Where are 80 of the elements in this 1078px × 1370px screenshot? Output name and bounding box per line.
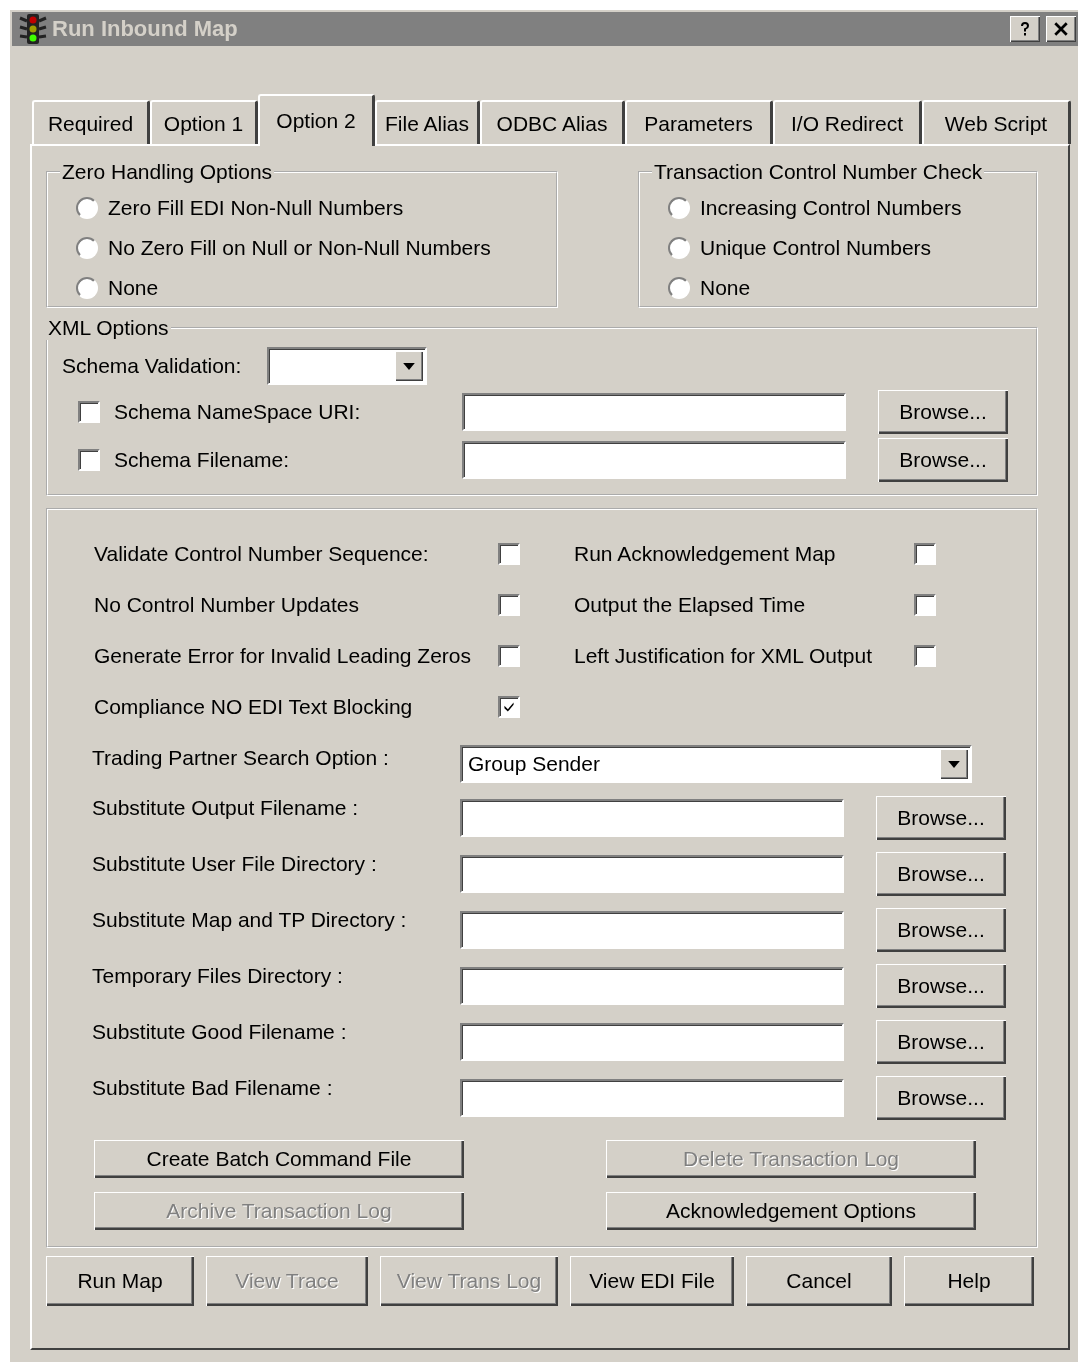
field-label: Temporary Files Directory :	[92, 963, 344, 988]
checkbox-label: Validate Control Number Sequence:	[94, 541, 430, 566]
checkbox[interactable]	[914, 542, 936, 565]
radio-label: None	[700, 276, 751, 300]
radio-label: No Zero Fill on Null or Non-Null Numbers	[108, 236, 491, 260]
text-field[interactable]	[460, 967, 844, 1005]
radio-button[interactable]	[668, 277, 690, 299]
text-field[interactable]	[460, 1079, 844, 1117]
field-label: Substitute Bad Filename :	[92, 1075, 334, 1100]
field-label: Substitute Output Filename :	[92, 795, 360, 820]
checkbox[interactable]	[914, 644, 936, 667]
text-field[interactable]	[460, 799, 844, 837]
traffic-light-icon	[18, 13, 48, 45]
footer-button[interactable]: Run Map	[46, 1256, 194, 1306]
checkbox-label: Generate Error for Invalid Leading Zeros	[94, 643, 473, 668]
checkbox-label: Run Acknowledgement Map	[574, 541, 837, 566]
question-mark-icon	[1018, 20, 1032, 38]
action-button[interactable]: Create Batch Command File	[94, 1140, 464, 1178]
group-title: Zero Handling Options	[61, 160, 274, 184]
field-label: Schema Validation:	[62, 354, 242, 378]
browse-button[interactable]: Browse...	[876, 1020, 1006, 1064]
tab[interactable]: Web Script	[922, 100, 1071, 144]
radio-button[interactable]	[668, 197, 690, 219]
browse-button[interactable]: Browse...	[876, 908, 1006, 952]
tab[interactable]: File Alias	[375, 100, 480, 144]
radio-label: Unique Control Numbers	[700, 236, 932, 260]
help-button[interactable]	[1010, 16, 1040, 42]
radio-button[interactable]	[76, 197, 98, 219]
field-label: Substitute User File Directory :	[92, 851, 378, 876]
tab[interactable]: I/O Redirect	[773, 100, 922, 144]
checkbox[interactable]	[498, 644, 520, 667]
browse-button[interactable]: Browse...	[876, 1076, 1006, 1120]
text-field[interactable]	[460, 1023, 844, 1061]
checkbox[interactable]	[498, 593, 520, 616]
dropdown-value: Group Sender	[467, 752, 601, 776]
browse-button[interactable]: Browse...	[878, 390, 1008, 434]
checkbox[interactable]	[78, 401, 100, 423]
footer-button[interactable]: Cancel	[746, 1256, 892, 1306]
browse-button[interactable]: Browse...	[876, 852, 1006, 896]
field-label: Substitute Good Filename :	[92, 1019, 348, 1044]
checkbox-label: No Control Number Updates	[94, 592, 360, 617]
close-button[interactable]	[1046, 16, 1076, 42]
window-title: Run Inbound Map	[52, 16, 239, 42]
radio-label: Zero Fill EDI Non-Null Numbers	[108, 196, 404, 220]
checkbox[interactable]	[914, 593, 936, 616]
checkbox-label: Schema Filename:	[114, 448, 291, 472]
radio-button[interactable]	[76, 277, 98, 299]
field-label: Trading Partner Search Option :	[92, 745, 390, 770]
tab[interactable]: Required	[32, 100, 150, 144]
checkbox[interactable]	[498, 542, 520, 565]
tab[interactable]: Parameters	[625, 100, 773, 144]
footer-button[interactable]: Help	[904, 1256, 1034, 1306]
footer-button[interactable]: View EDI File	[570, 1256, 734, 1306]
radio-button[interactable]	[668, 237, 690, 259]
text-field[interactable]	[460, 855, 844, 893]
close-icon	[1053, 21, 1069, 37]
trading-partner-dropdown[interactable]: Group Sender	[460, 745, 972, 783]
checkbox-label: Schema NameSpace URI:	[114, 400, 362, 424]
tab[interactable]: ODBC Alias	[480, 100, 625, 144]
checkbox[interactable]	[498, 695, 520, 718]
text-field[interactable]	[462, 393, 846, 431]
field-label: Substitute Map and TP Directory :	[92, 907, 408, 932]
radio-button[interactable]	[76, 237, 98, 259]
tab[interactable]: Option 2	[258, 94, 375, 146]
group-title: XML Options	[47, 316, 170, 340]
browse-button[interactable]: Browse...	[878, 438, 1008, 482]
text-field[interactable]	[462, 441, 846, 479]
group-title: Transaction Control Number Check	[653, 160, 984, 184]
text-field[interactable]	[460, 911, 844, 949]
checkbox-label: Output the Elapsed Time	[574, 592, 807, 617]
checkbox-label: Compliance NO EDI Text Blocking	[94, 694, 414, 719]
checkbox[interactable]	[78, 449, 100, 471]
browse-button[interactable]: Browse...	[876, 796, 1006, 840]
browse-button[interactable]: Browse...	[876, 964, 1006, 1008]
radio-label: None	[108, 276, 159, 300]
radio-label: Increasing Control Numbers	[700, 196, 962, 220]
action-button[interactable]: Acknowledgement Options	[606, 1192, 976, 1230]
checkbox-label: Left Justification for XML Output	[574, 643, 874, 668]
tab[interactable]: Option 1	[150, 100, 258, 144]
schema-validation-dropdown[interactable]	[267, 347, 428, 385]
